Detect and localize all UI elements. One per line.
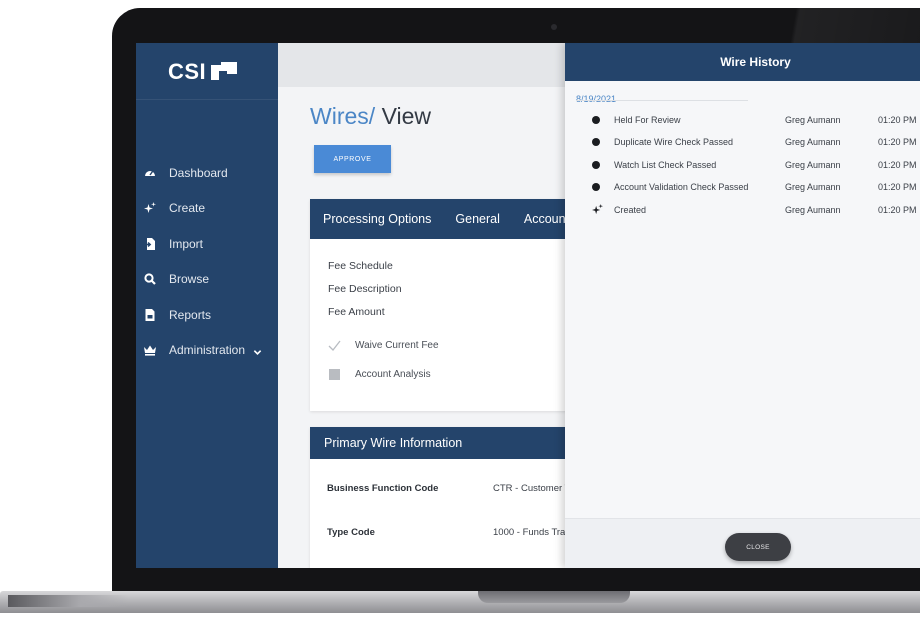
waive-fee-label: Waive Current Fee xyxy=(355,340,439,351)
import-icon xyxy=(144,237,156,250)
sidebar: CSI Dashboard Create Import Browse Repor… xyxy=(136,43,278,568)
approve-button[interactable]: APPROVE xyxy=(314,145,391,173)
wire-history-panel: Wire History 8/19/2021 Held For Review G… xyxy=(565,43,920,568)
report-icon xyxy=(144,308,156,321)
app-logo[interactable]: CSI xyxy=(168,59,238,85)
type-code-value: 1000 - Funds Tra xyxy=(493,527,566,538)
dot-icon xyxy=(592,183,600,191)
event-time: 01:20 PM xyxy=(878,115,917,125)
dot-icon xyxy=(592,161,600,169)
business-function-code-label: Business Function Code xyxy=(327,483,439,494)
breadcrumb[interactable]: Wires/ xyxy=(310,103,375,129)
tab-processing-options[interactable]: Processing Options xyxy=(323,212,431,226)
chevron-down-icon[interactable] xyxy=(253,346,262,355)
history-event: Held For Review Greg Aumann 01:20 PM xyxy=(592,114,920,128)
event-label: Duplicate Wire Check Passed xyxy=(614,137,734,147)
laptop-base xyxy=(0,591,920,613)
wire-history-footer: CLOSE xyxy=(565,518,920,568)
tab-general[interactable]: General xyxy=(455,212,499,226)
checkbox-box-icon xyxy=(329,369,340,380)
sidebar-divider xyxy=(136,99,278,100)
sidebar-item-label: Browse xyxy=(169,272,210,287)
event-label: Created xyxy=(614,205,647,215)
type-code-label: Type Code xyxy=(327,527,375,538)
account-analysis-checkbox[interactable]: Account Analysis xyxy=(328,369,431,380)
sidebar-item-administration[interactable]: Administration xyxy=(136,333,278,369)
sparkle-icon xyxy=(592,204,603,215)
sidebar-item-dashboard[interactable]: Dashboard xyxy=(136,155,278,191)
sparkle-icon xyxy=(144,202,156,214)
history-date-divider xyxy=(576,100,748,101)
sidebar-item-label: Create xyxy=(169,201,206,216)
business-function-code-value: CTR - Customer T xyxy=(493,483,571,494)
sidebar-item-label: Dashboard xyxy=(169,165,228,180)
event-user: Greg Aumann xyxy=(785,205,841,215)
base-shade xyxy=(8,595,128,607)
sidebar-item-reports[interactable]: Reports xyxy=(136,297,278,333)
sidebar-item-browse[interactable]: Browse xyxy=(136,262,278,298)
dashboard-icon xyxy=(144,167,156,179)
waive-fee-checkbox[interactable]: Waive Current Fee xyxy=(328,339,439,352)
history-event: Created Greg Aumann 01:20 PM xyxy=(592,204,920,218)
event-time: 01:20 PM xyxy=(878,182,917,192)
fee-schedule-label: Fee Schedule xyxy=(328,260,393,272)
event-time: 01:20 PM xyxy=(878,205,917,215)
sidebar-item-import[interactable]: Import xyxy=(136,226,278,262)
sidebar-nav: Dashboard Create Import Browse Reports A… xyxy=(136,155,278,368)
history-date: 8/19/2021 xyxy=(576,94,617,104)
account-analysis-label: Account Analysis xyxy=(355,369,431,380)
camera-icon xyxy=(551,24,557,30)
event-user: Greg Aumann xyxy=(785,115,841,125)
event-label: Held For Review xyxy=(614,115,681,125)
page-title-text: View xyxy=(381,103,431,129)
sidebar-item-label: Reports xyxy=(169,307,212,322)
close-button[interactable]: CLOSE xyxy=(725,533,791,561)
sidebar-item-create[interactable]: Create xyxy=(136,191,278,227)
crown-icon xyxy=(144,344,156,356)
history-event: Account Validation Check Passed Greg Aum… xyxy=(592,181,920,195)
fee-description-label: Fee Description xyxy=(328,283,402,295)
history-event: Watch List Check Passed Greg Aumann 01:2… xyxy=(592,159,920,173)
dot-icon xyxy=(592,116,600,124)
logo-text: CSI xyxy=(168,59,207,84)
logo-mark-icon xyxy=(211,62,238,82)
checkmark-icon xyxy=(328,340,341,351)
fee-amount-label: Fee Amount xyxy=(328,306,385,318)
event-user: Greg Aumann xyxy=(785,160,841,170)
base-notch xyxy=(478,591,630,603)
event-label: Account Validation Check Passed xyxy=(614,182,749,192)
sidebar-item-label: Import xyxy=(169,236,204,251)
event-user: Greg Aumann xyxy=(785,137,841,147)
search-icon xyxy=(144,273,156,286)
event-label: Watch List Check Passed xyxy=(614,160,717,170)
sidebar-item-label: Administration xyxy=(169,343,246,358)
page-title: Wires/ View xyxy=(310,103,431,130)
tab-account[interactable]: Account xyxy=(524,212,569,226)
wire-history-title: Wire History xyxy=(565,43,920,81)
event-time: 01:20 PM xyxy=(878,160,917,170)
app-screen: CSI Dashboard Create Import Browse Repor… xyxy=(136,43,920,568)
history-event: Duplicate Wire Check Passed Greg Aumann … xyxy=(592,136,920,150)
dot-icon xyxy=(592,138,600,146)
event-time: 01:20 PM xyxy=(878,137,917,147)
event-user: Greg Aumann xyxy=(785,182,841,192)
